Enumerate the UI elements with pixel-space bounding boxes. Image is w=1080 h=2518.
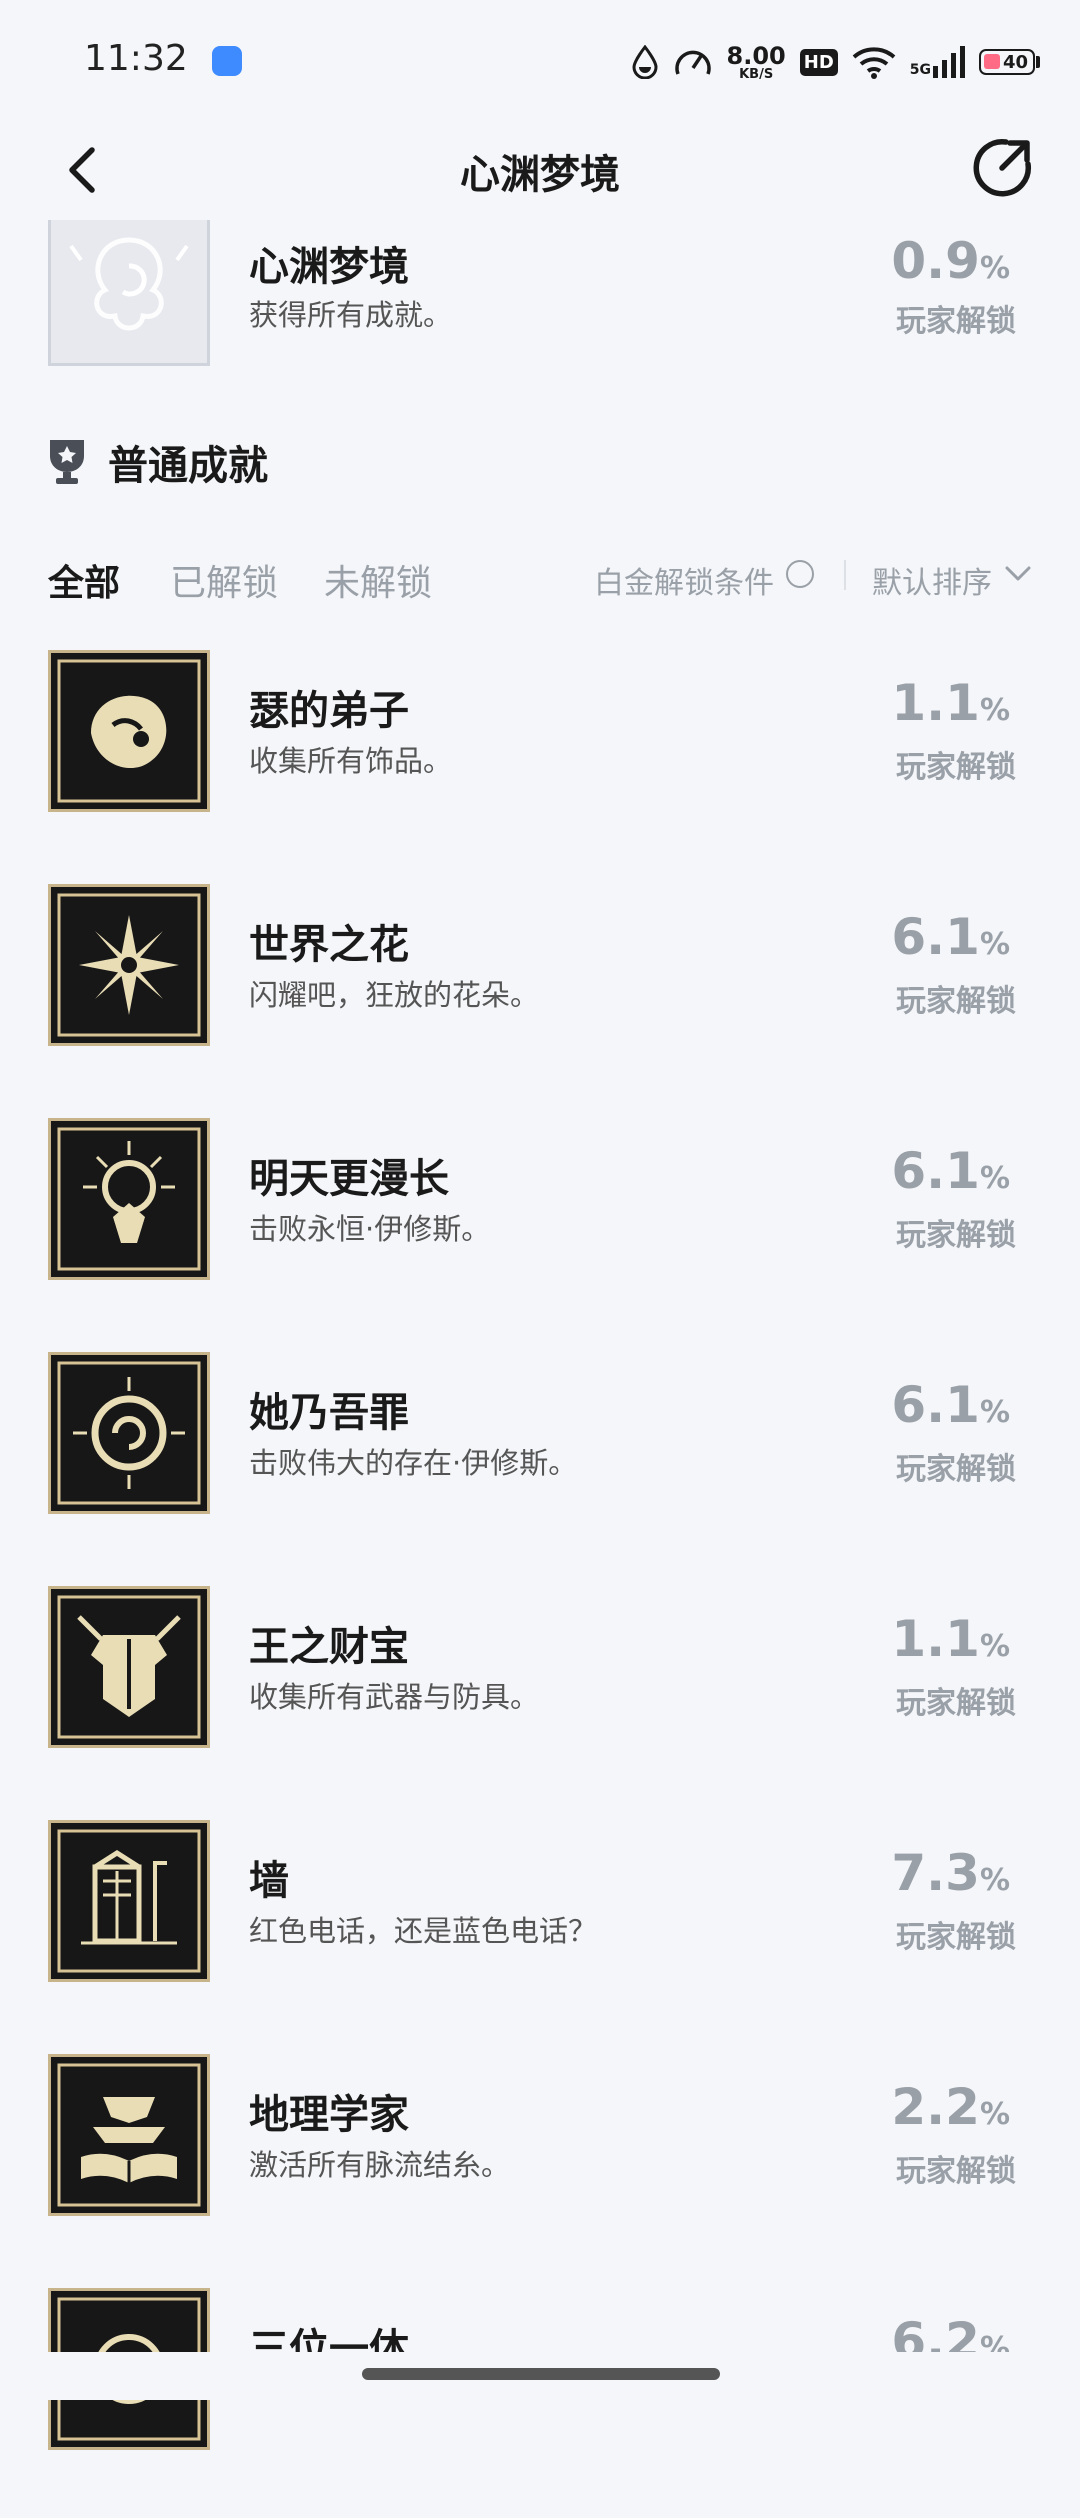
achievement-row[interactable]: 三位一体 6.2% (0, 2284, 1080, 2518)
section-title: 普通成就 (108, 443, 268, 489)
percent-sign: % (979, 1395, 1010, 1430)
tab-unlocked[interactable]: 已解锁 (170, 554, 278, 606)
share-icon[interactable] (970, 136, 1034, 200)
platinum-condition-radio[interactable] (786, 560, 814, 588)
achievement-desc: 收集所有饰品。 (249, 744, 453, 778)
achievement-name: 明天更漫长 (249, 1156, 449, 1202)
achievement-row[interactable]: 王之财宝 收集所有武器与防具。 1.1% 玩家解锁 (0, 1582, 1080, 1816)
percent-value: 6.1 (891, 1376, 980, 1434)
percent-sign: % (979, 2097, 1010, 2132)
percent-sign: % (979, 693, 1010, 728)
achievement-name: 她乃吾罪 (249, 1390, 409, 1436)
sort-dropdown[interactable]: 默认排序 (872, 558, 992, 602)
unlock-percent: 6.1% (891, 1142, 1010, 1200)
percent-value: 7.3 (891, 1844, 980, 1902)
tab-locked[interactable]: 未解锁 (324, 554, 432, 606)
filter-divider (844, 560, 846, 590)
home-indicator[interactable] (362, 2368, 720, 2380)
wifi-icon (852, 47, 896, 79)
cell-signal-icon: 5G (910, 46, 965, 78)
achievement-row[interactable]: 墙 红色电话，还是蓝色电话？ 7.3% 玩家解锁 (0, 1816, 1080, 2050)
unlock-percent: 1.1% (891, 674, 1010, 732)
unlock-percent: 7.3% (891, 1844, 1010, 1902)
achievement-desc: 收集所有武器与防具。 (249, 1680, 540, 1714)
book-icon (48, 2054, 210, 2216)
achievement-desc: 击败永恒·伊修斯。 (249, 1212, 491, 1246)
unlock-percent: 1.1% (891, 1610, 1010, 1668)
battery-icon: 40 (979, 49, 1040, 75)
achievement-row[interactable]: 她乃吾罪 击败伟大的存在·伊修斯。 6.1% 玩家解锁 (0, 1348, 1080, 1582)
status-bar: 11:32 8.00 KB/S HD 5G 40 (0, 0, 1080, 120)
percent-value: 1.1 (891, 674, 980, 732)
achievement-desc: 红色电话，还是蓝色电话？ (249, 1914, 598, 1948)
unlock-percent: 6.1% (891, 1376, 1010, 1434)
flower-icon (48, 884, 210, 1046)
percent-value: 0.9 (891, 232, 980, 290)
sun-crown-icon (48, 1118, 210, 1280)
top-app-bar: 心渊梦境 (0, 120, 1080, 220)
achievement-desc: 闪耀吧，狂放的花朵。 (249, 978, 540, 1012)
platinum-condition-label[interactable]: 白金解锁条件 (594, 558, 774, 602)
mask-icon (48, 650, 210, 812)
unlock-label: 玩家解锁 (896, 304, 1016, 339)
unlock-label: 玩家解锁 (896, 2154, 1016, 2189)
heart-abyss-badge-icon (48, 220, 210, 366)
achievement-name: 瑟的弟子 (249, 688, 409, 734)
status-time: 11:32 (84, 38, 188, 79)
percent-sign: % (979, 1629, 1010, 1664)
unlock-percent: 2.2% (891, 2078, 1010, 2136)
percent-value: 2.2 (891, 2078, 980, 2136)
page-title: 心渊梦境 (460, 152, 620, 198)
achievement-desc: 获得所有成就。 (249, 298, 453, 332)
achievement-desc: 击败伟大的存在·伊修斯。 (249, 1446, 578, 1480)
percent-sign: % (979, 251, 1010, 286)
achievement-list: 瑟的弟子 收集所有饰品。 1.1% 玩家解锁 世界之花 闪耀吧，狂放的花朵。 6… (0, 646, 1080, 2518)
filter-bar: 全部 已解锁 未解锁 白金解锁条件 默认排序 (48, 548, 1032, 604)
achievement-name: 世界之花 (249, 922, 409, 968)
unlock-label: 玩家解锁 (896, 1920, 1016, 1955)
armor-icon (48, 1586, 210, 1748)
percent-sign: % (979, 1863, 1010, 1898)
percent-value: 1.1 (891, 1610, 980, 1668)
unlock-label: 玩家解锁 (896, 984, 1016, 1019)
percent-sign: % (979, 1161, 1010, 1196)
achievement-name: 地理学家 (249, 2092, 409, 2138)
achievement-row[interactable]: 地理学家 激活所有脉流结糸。 2.2% 玩家解锁 (0, 2050, 1080, 2284)
achievement-row[interactable]: 明天更漫长 击败永恒·伊修斯。 6.1% 玩家解锁 (0, 1114, 1080, 1348)
trophy-icon (50, 440, 84, 484)
speed-unit: KB/S (739, 66, 774, 82)
speed-value: 8.00 (726, 41, 786, 70)
achievement-desc: 激活所有脉流结糸。 (249, 2148, 511, 2182)
network-speed: 8.00 KB/S (727, 44, 786, 81)
percent-value: 6.1 (891, 908, 980, 966)
speed-gauge-icon (674, 50, 711, 75)
tab-all[interactable]: 全部 (48, 554, 120, 606)
unlock-label: 玩家解锁 (896, 1218, 1016, 1253)
unlock-percent: 0.9% (891, 232, 1010, 290)
percent-sign: % (979, 927, 1010, 962)
section-header: 普通成就 (48, 432, 268, 492)
featured-achievement[interactable]: 心渊梦境 获得所有成就。 0.9% 玩家解锁 (0, 220, 1080, 380)
achievement-row[interactable]: 世界之花 闪耀吧，狂放的花朵。 6.1% 玩家解锁 (0, 880, 1080, 1114)
phone-booth-icon (48, 1820, 210, 1982)
network-type: 5G (909, 62, 931, 78)
swirl-sun-icon (48, 1352, 210, 1514)
achievement-name: 王之财宝 (249, 1624, 409, 1670)
unlock-percent: 6.1% (891, 908, 1010, 966)
unlock-label: 玩家解锁 (896, 1686, 1016, 1721)
achievement-name: 心渊梦境 (249, 244, 409, 290)
achievement-row[interactable]: 瑟的弟子 收集所有饰品。 1.1% 玩家解锁 (0, 646, 1080, 880)
app-notification-icon (212, 46, 242, 76)
water-drop-icon (632, 45, 658, 79)
unlock-label: 玩家解锁 (896, 750, 1016, 785)
percent-value: 6.1 (891, 1142, 980, 1200)
chevron-down-icon[interactable] (1004, 564, 1032, 584)
unlock-label: 玩家解锁 (896, 1452, 1016, 1487)
battery-level: 40 (1002, 51, 1028, 73)
hd-badge: HD (799, 48, 838, 76)
achievement-name: 墙 (249, 1858, 289, 1904)
